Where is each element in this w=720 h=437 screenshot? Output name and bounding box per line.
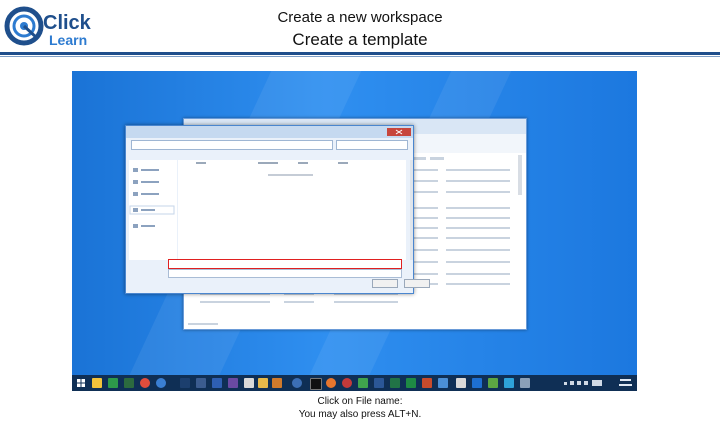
word-icon[interactable] (374, 378, 384, 388)
app-icon-4[interactable] (244, 378, 254, 388)
dialog-title-bar[interactable] (126, 126, 413, 138)
header-rule (0, 52, 720, 55)
paint-icon[interactable] (258, 378, 268, 388)
project-icon[interactable] (124, 378, 134, 388)
cancel-button[interactable] (404, 279, 430, 288)
app-icon-1[interactable] (180, 378, 190, 388)
system-tray-icons[interactable] (564, 379, 604, 387)
page-title: Create a new workspace (277, 9, 443, 26)
app-icon-10[interactable] (456, 378, 466, 388)
page-subtitle: Create a template (292, 30, 428, 49)
header-rule-thin (0, 56, 720, 57)
navigation-pane[interactable] (129, 160, 177, 260)
nav-items (129, 168, 175, 228)
windows-start-icon[interactable] (76, 378, 86, 388)
close-icon[interactable] (387, 128, 411, 136)
tool-icon[interactable] (272, 378, 282, 388)
app-icon-14[interactable] (520, 378, 530, 388)
instruction-line-2: You may also press ALT+N. (298, 409, 422, 420)
file-name-input[interactable] (168, 259, 402, 269)
address-bar[interactable] (131, 140, 333, 150)
file-type-select[interactable] (168, 269, 402, 278)
clock[interactable] (619, 378, 633, 388)
firefox-icon[interactable] (326, 378, 336, 388)
file-list-pane[interactable] (178, 160, 406, 260)
taskbar (72, 375, 637, 391)
app-icon-2[interactable] (196, 378, 206, 388)
app-icon-12[interactable] (488, 378, 498, 388)
app-icon-9[interactable] (438, 378, 448, 388)
instruction-line-1: Click on File name: (317, 396, 403, 407)
app-icon-11[interactable] (472, 378, 482, 388)
visual-studio-icon[interactable] (228, 378, 238, 388)
app-icon-6[interactable] (358, 378, 368, 388)
search-box[interactable] (336, 140, 408, 150)
app-icon-13[interactable] (504, 378, 514, 388)
click-learn-icon[interactable] (292, 378, 302, 388)
app-icon-3[interactable] (212, 378, 222, 388)
app-icon-7[interactable] (406, 378, 416, 388)
app-icon-5[interactable] (342, 378, 352, 388)
excel-icon[interactable] (108, 378, 118, 388)
cmd-icon[interactable] (310, 378, 322, 390)
dialog-scrollbar[interactable] (410, 160, 413, 260)
open-button-face (372, 279, 398, 288)
app-icon-8[interactable] (422, 378, 432, 388)
desktop-screenshot (72, 71, 637, 391)
file-explorer-icon[interactable] (92, 378, 102, 388)
file-list-headers (196, 162, 348, 176)
excel-icon-2[interactable] (390, 378, 400, 388)
internet-explorer-icon[interactable] (156, 378, 166, 388)
chrome-icon[interactable] (140, 378, 150, 388)
